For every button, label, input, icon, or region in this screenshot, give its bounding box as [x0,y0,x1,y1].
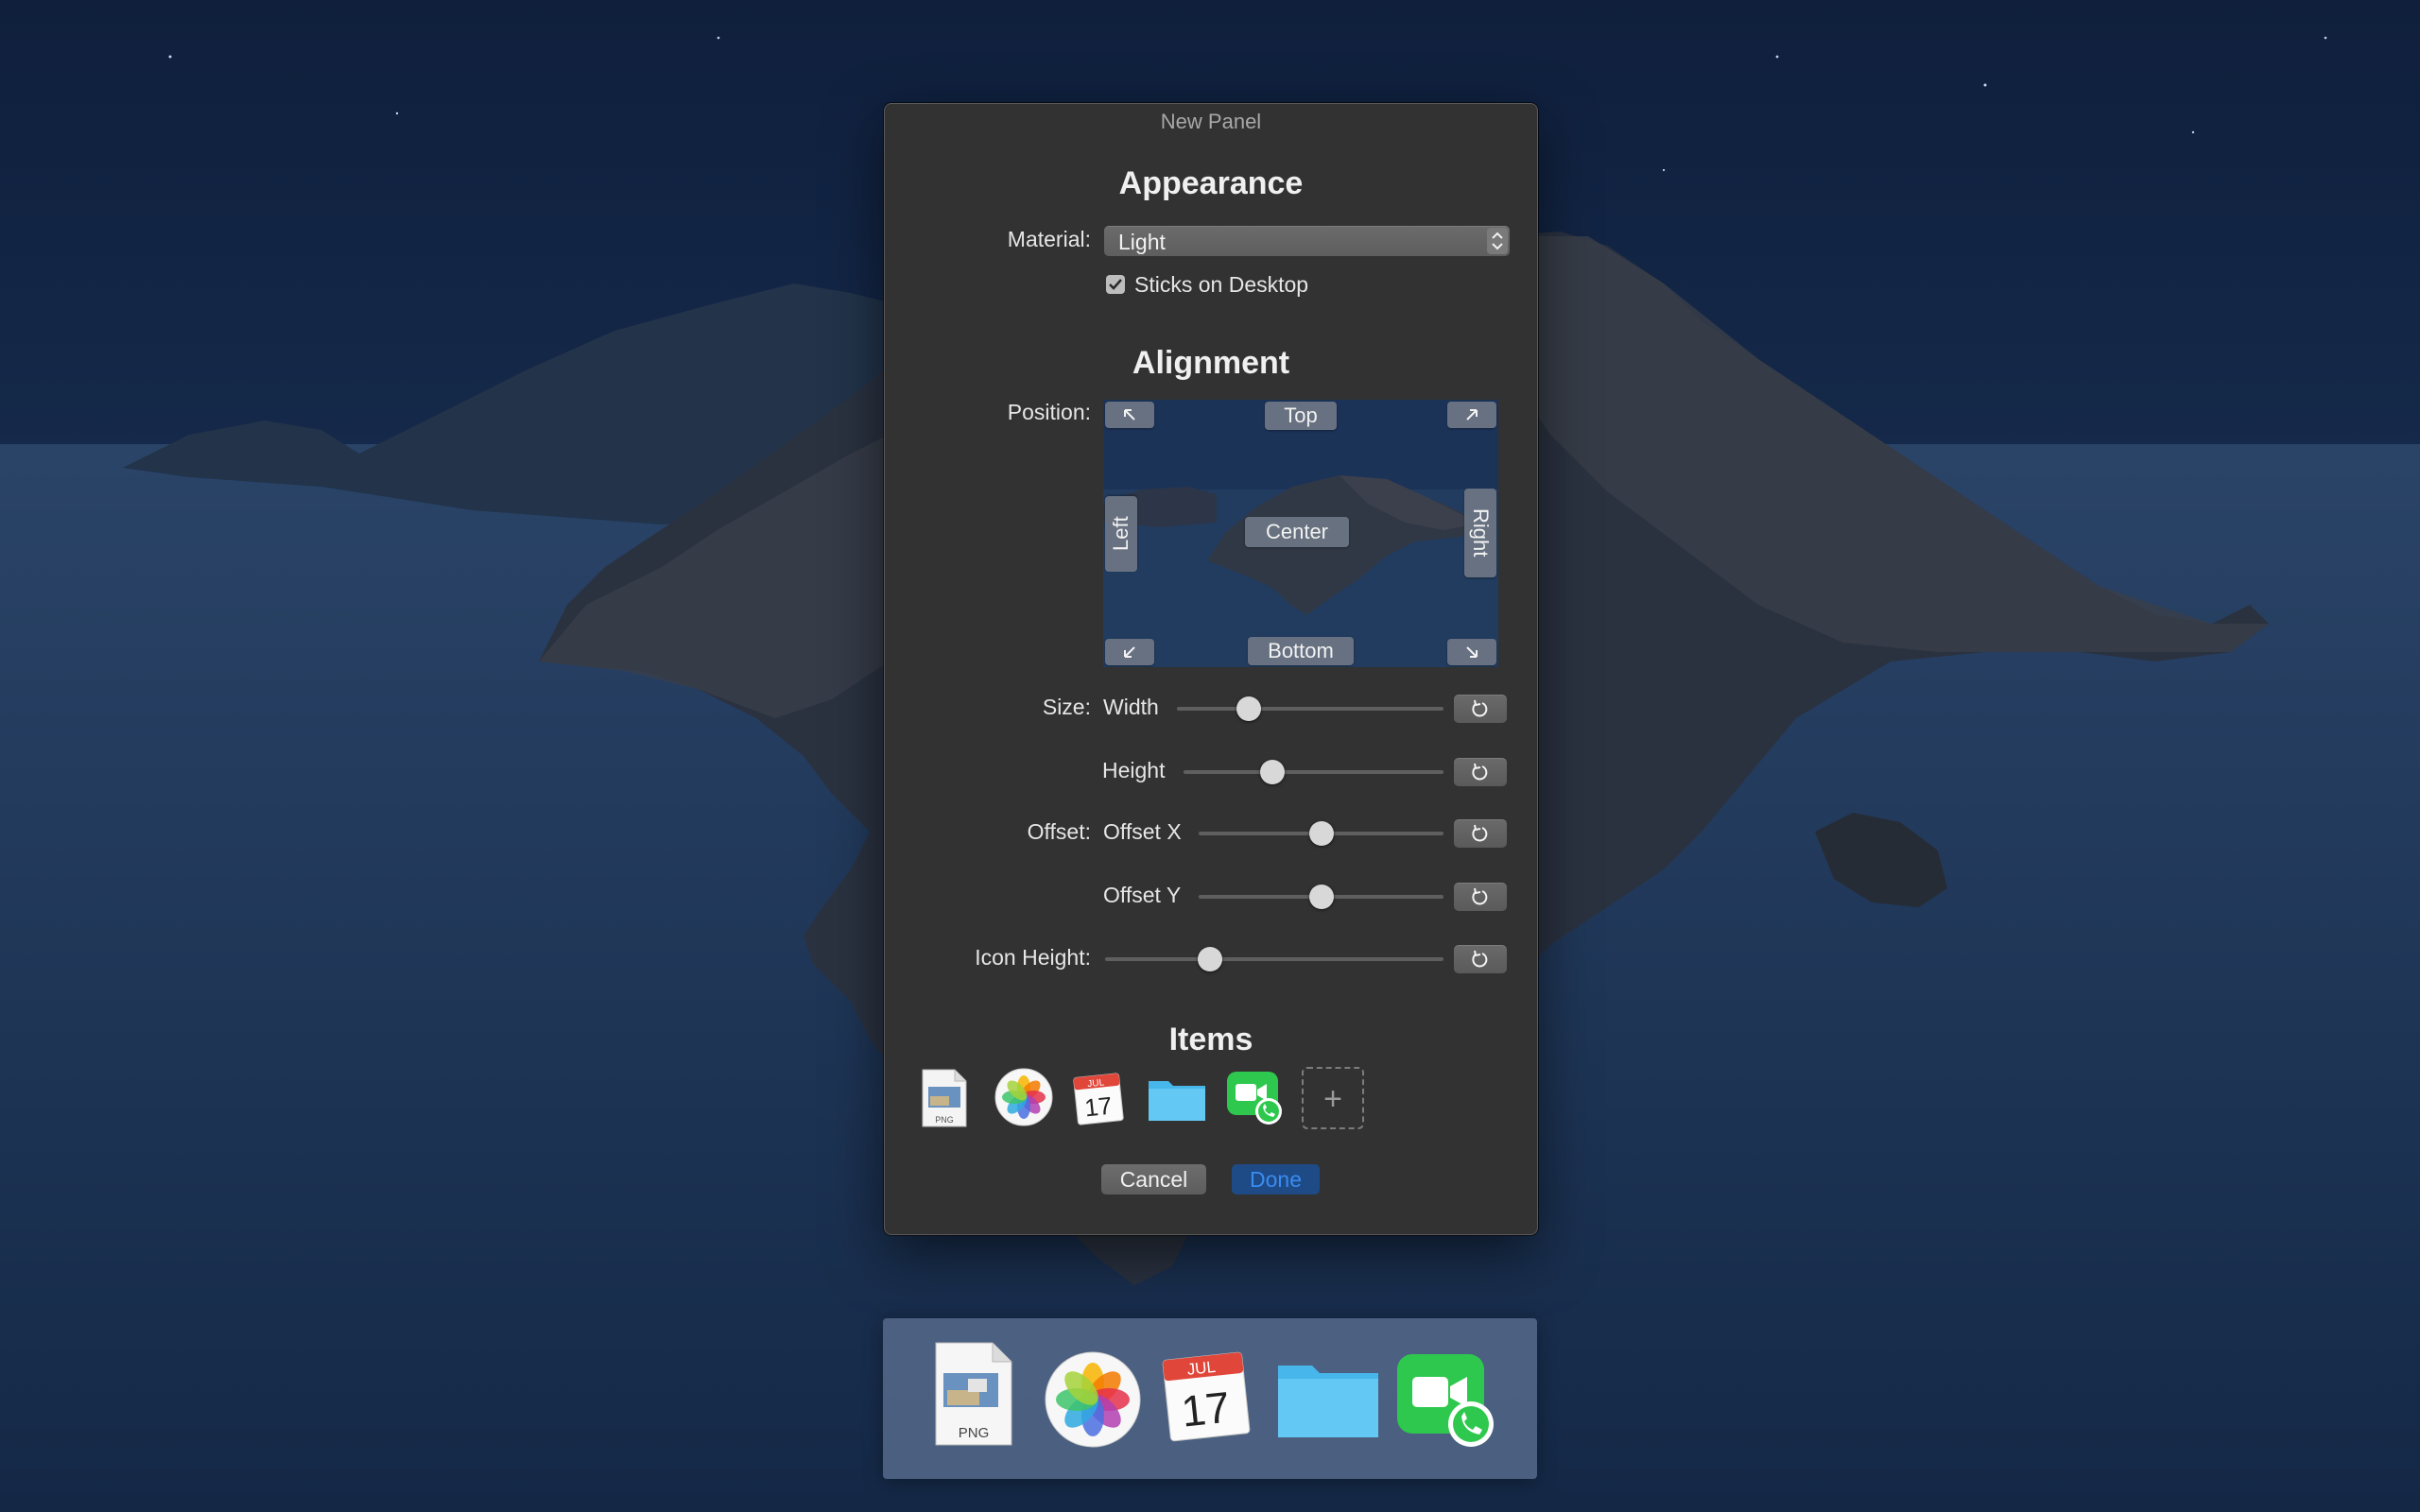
center-position-button[interactable]: Center [1245,517,1349,547]
offset-label: Offset: [1027,819,1091,844]
svg-text:PNG: PNG [935,1115,954,1125]
position-label: Position: [1007,400,1091,424]
facetime-icon[interactable] [1395,1352,1497,1455]
material-label: Material: [1007,227,1091,251]
top-left-button[interactable] [1105,402,1154,428]
png-file-icon[interactable]: PNG [917,1068,972,1127]
icon-height-reset-button[interactable] [1454,945,1507,973]
height-label: Height [1102,758,1166,782]
offset-x-label: Offset X [1103,819,1182,844]
height-reset-button[interactable] [1454,758,1507,786]
reset-icon [1472,887,1488,905]
top-position-button[interactable]: Top [1265,402,1337,430]
left-position-button[interactable]: Left [1105,496,1137,572]
png-file-icon[interactable]: PNG [930,1341,1015,1452]
position-picker: Top Left Center Right Bottom [1103,400,1498,667]
svg-text:JUL: JUL [1087,1077,1105,1090]
calendar-icon[interactable]: JUL 17 [1159,1347,1253,1450]
arrow-up-left-icon [1124,409,1135,421]
offset-y-slider-knob[interactable] [1308,885,1334,909]
right-position-button[interactable]: Right [1464,489,1496,577]
sticks-on-desktop-checkbox[interactable] [1106,275,1125,294]
offset-y-label: Offset Y [1103,883,1182,907]
appearance-heading: Appearance [1118,165,1304,201]
offset-y-reset-button[interactable] [1454,883,1507,911]
checkmark-icon [1109,279,1122,290]
reset-icon [1472,824,1488,842]
bottom-left-button[interactable] [1105,639,1154,665]
arrow-up-right-icon [1466,409,1478,421]
material-popup[interactable]: Light [1104,226,1510,256]
reset-icon [1472,950,1488,968]
width-reset-button[interactable] [1454,695,1507,723]
photos-icon[interactable] [1044,1350,1142,1453]
icon-height-label: Icon Height: [975,945,1091,970]
material-popup-value: Light [1118,230,1166,254]
photos-icon[interactable] [994,1068,1053,1126]
folder-icon[interactable] [1274,1350,1382,1450]
folder-icon[interactable] [1146,1068,1208,1126]
popup-chevron-icon [1487,228,1508,254]
panel-preview: PNG JUL 17 [883,1318,1537,1479]
reset-icon [1472,763,1488,781]
window-title: New Panel [1160,110,1262,133]
width-slider-knob[interactable] [1236,696,1262,721]
icon-height-slider-knob[interactable] [1197,947,1222,971]
new-panel-window: New Panel Appearance Material: Light Sti… [884,103,1538,1235]
top-right-button[interactable] [1447,402,1496,428]
bottom-right-button[interactable] [1447,639,1496,665]
arrow-down-right-icon [1466,646,1478,658]
svg-text:PNG: PNG [959,1425,990,1441]
plus-icon: + [1323,1081,1342,1117]
bottom-position-button[interactable]: Bottom [1248,637,1354,665]
calendar-icon[interactable]: JUL 17 [1071,1068,1126,1126]
svg-text:17: 17 [1179,1383,1232,1436]
svg-text:JUL: JUL [1186,1358,1217,1379]
arrow-down-left-icon [1124,646,1135,658]
size-label: Size: [1042,695,1091,719]
cancel-button[interactable]: Cancel [1101,1164,1206,1194]
icon-height-slider-track [1105,957,1443,961]
done-button[interactable]: Done [1232,1164,1320,1194]
width-slider-track [1177,707,1443,711]
items-heading: Items [1168,1022,1253,1057]
reset-icon [1472,699,1488,717]
facetime-icon[interactable] [1225,1068,1282,1126]
offset-x-reset-button[interactable] [1454,819,1507,848]
sticks-on-desktop-label: Sticks on Desktop [1134,272,1309,297]
height-slider-knob[interactable] [1259,760,1285,784]
width-label: Width [1103,695,1159,719]
svg-text:17: 17 [1083,1091,1114,1123]
add-item-button[interactable]: + [1302,1067,1364,1129]
height-slider-track [1184,770,1443,774]
offset-x-slider-knob[interactable] [1308,821,1334,846]
alignment-heading: Alignment [1132,345,1290,381]
